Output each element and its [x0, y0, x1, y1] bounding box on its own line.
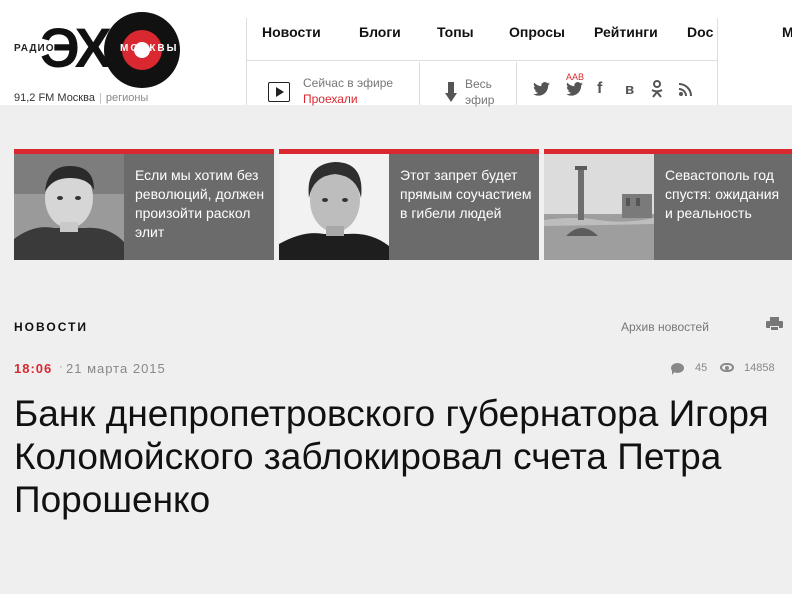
social-links: AAB f в — [533, 72, 713, 104]
header-divider — [246, 18, 247, 105]
onair-divider — [419, 62, 420, 105]
play-icon[interactable] — [268, 82, 290, 102]
views-count: 14858 — [744, 362, 775, 374]
date-separator: · — [59, 359, 63, 373]
nav-item-more[interactable]: М — [782, 24, 792, 40]
logo-mark: ЭХ — [40, 16, 112, 79]
nav-item-news[interactable]: Новости — [262, 24, 321, 40]
article-time: 18:06 — [14, 361, 53, 376]
aab-label: AAB — [566, 72, 585, 82]
eye-icon — [720, 363, 734, 372]
station-frequency: 91,2 FM Москва | регионы — [14, 92, 148, 104]
featured-text[interactable]: Если мы хотим без революций, должен прои… — [135, 166, 270, 242]
all-air-label: Весь эфир — [465, 77, 495, 107]
vk-icon[interactable]: в — [625, 81, 634, 98]
arrow-down-icon — [445, 82, 457, 104]
article-date: 21 марта 2015 — [66, 361, 166, 376]
featured-photo — [14, 154, 124, 260]
nav-item-doc[interactable]: Doc — [687, 24, 713, 40]
comment-icon[interactable] — [671, 363, 684, 375]
facebook-icon[interactable]: f — [597, 80, 602, 98]
twitter-icon[interactable] — [533, 82, 550, 101]
on-air-show-link[interactable]: Проехали — [303, 92, 358, 106]
echo-moskvy-logo[interactable]: РАДИО ЭХ МОСКВЫ — [12, 10, 212, 90]
featured-card[interactable]: Если мы хотим без революций, должен прои… — [14, 149, 274, 260]
featured-photo — [544, 154, 654, 260]
print-icon[interactable] — [766, 317, 783, 331]
nav-underline — [247, 60, 717, 61]
twitter-aab-icon[interactable] — [566, 82, 583, 101]
featured-photo — [279, 154, 389, 260]
social-divider — [516, 62, 517, 105]
regions-link[interactable]: регионы — [106, 92, 149, 104]
nav-item-polls[interactable]: Опросы — [509, 24, 565, 40]
frequency-separator: | — [98, 92, 102, 104]
article-headline: Банк днепропетровского губернатора Игоря… — [14, 393, 769, 520]
section-title[interactable]: НОВОСТИ — [14, 320, 88, 334]
frequency-text: 91,2 FM Москва — [14, 92, 95, 104]
nav-item-blogs[interactable]: Блоги — [359, 24, 401, 40]
featured-text[interactable]: Севастополь год спустя: ожидания и реаль… — [665, 166, 789, 223]
header-divider-right — [717, 18, 718, 105]
comments-count[interactable]: 45 — [695, 362, 707, 374]
news-archive-link[interactable]: Архив новостей — [621, 320, 709, 334]
logo-moskvy-text: МОСКВЫ — [120, 43, 179, 54]
featured-strip: Если мы хотим без революций, должен прои… — [0, 149, 792, 260]
odnoklassniki-icon[interactable] — [651, 80, 663, 103]
featured-card[interactable]: Севастополь год спустя: ожидания и реаль… — [544, 149, 792, 260]
site-header: РАДИО ЭХ МОСКВЫ 91,2 FM Москва | регионы Н… — [0, 0, 792, 107]
featured-card[interactable]: Этот запрет будет прямым соучастием в ги… — [279, 149, 539, 260]
rss-icon[interactable] — [678, 83, 692, 101]
on-air-label: Сейчас в эфире — [303, 76, 394, 90]
nav-item-ratings[interactable]: Рейтинги — [594, 24, 658, 40]
nav-item-tops[interactable]: Топы — [437, 24, 474, 40]
featured-text[interactable]: Этот запрет будет прямым соучастием в ги… — [400, 166, 535, 223]
